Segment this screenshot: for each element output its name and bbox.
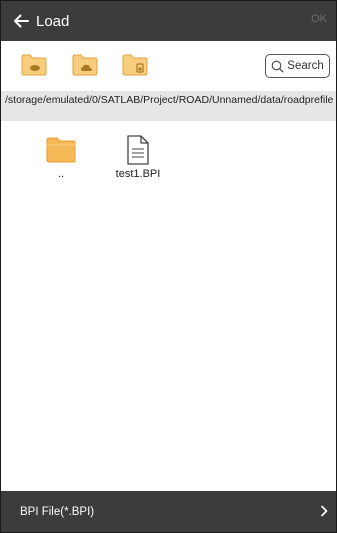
- list-item[interactable]: ..: [26, 135, 96, 180]
- ok-button[interactable]: OK: [311, 13, 327, 25]
- search-icon: [271, 60, 284, 73]
- file-type-filter[interactable]: BPI File(*.BPI): [1, 491, 336, 532]
- file-name: ..: [57, 168, 65, 180]
- search-button[interactable]: Search: [265, 54, 330, 78]
- back-arrow-icon[interactable]: [12, 12, 30, 30]
- file-grid: .. test1.BPI: [1, 121, 336, 491]
- page-title: Load: [36, 12, 70, 30]
- current-path: /storage/emulated/0/SATLAB/Project/ROAD/…: [5, 94, 334, 106]
- load-dialog: Load OK Search /storage/emulated/0/SATLA…: [0, 0, 337, 533]
- breadcrumb: /storage/emulated/0/SATLAB/Project/ROAD/…: [1, 91, 336, 121]
- cloud-folder-icon[interactable]: [72, 54, 98, 76]
- list-item[interactable]: test1.BPI: [103, 135, 173, 180]
- folder-icon: [26, 135, 96, 165]
- sdcard-folder-icon[interactable]: [122, 54, 148, 76]
- storage-folder-icon[interactable]: [21, 54, 47, 76]
- app-bar: Load OK: [1, 1, 336, 41]
- filter-label: BPI File(*.BPI): [20, 505, 95, 518]
- file-name: test1.BPI: [115, 168, 161, 180]
- chevron-right-icon: [321, 505, 328, 517]
- search-label: Search: [287, 60, 324, 72]
- document-icon: [103, 135, 173, 165]
